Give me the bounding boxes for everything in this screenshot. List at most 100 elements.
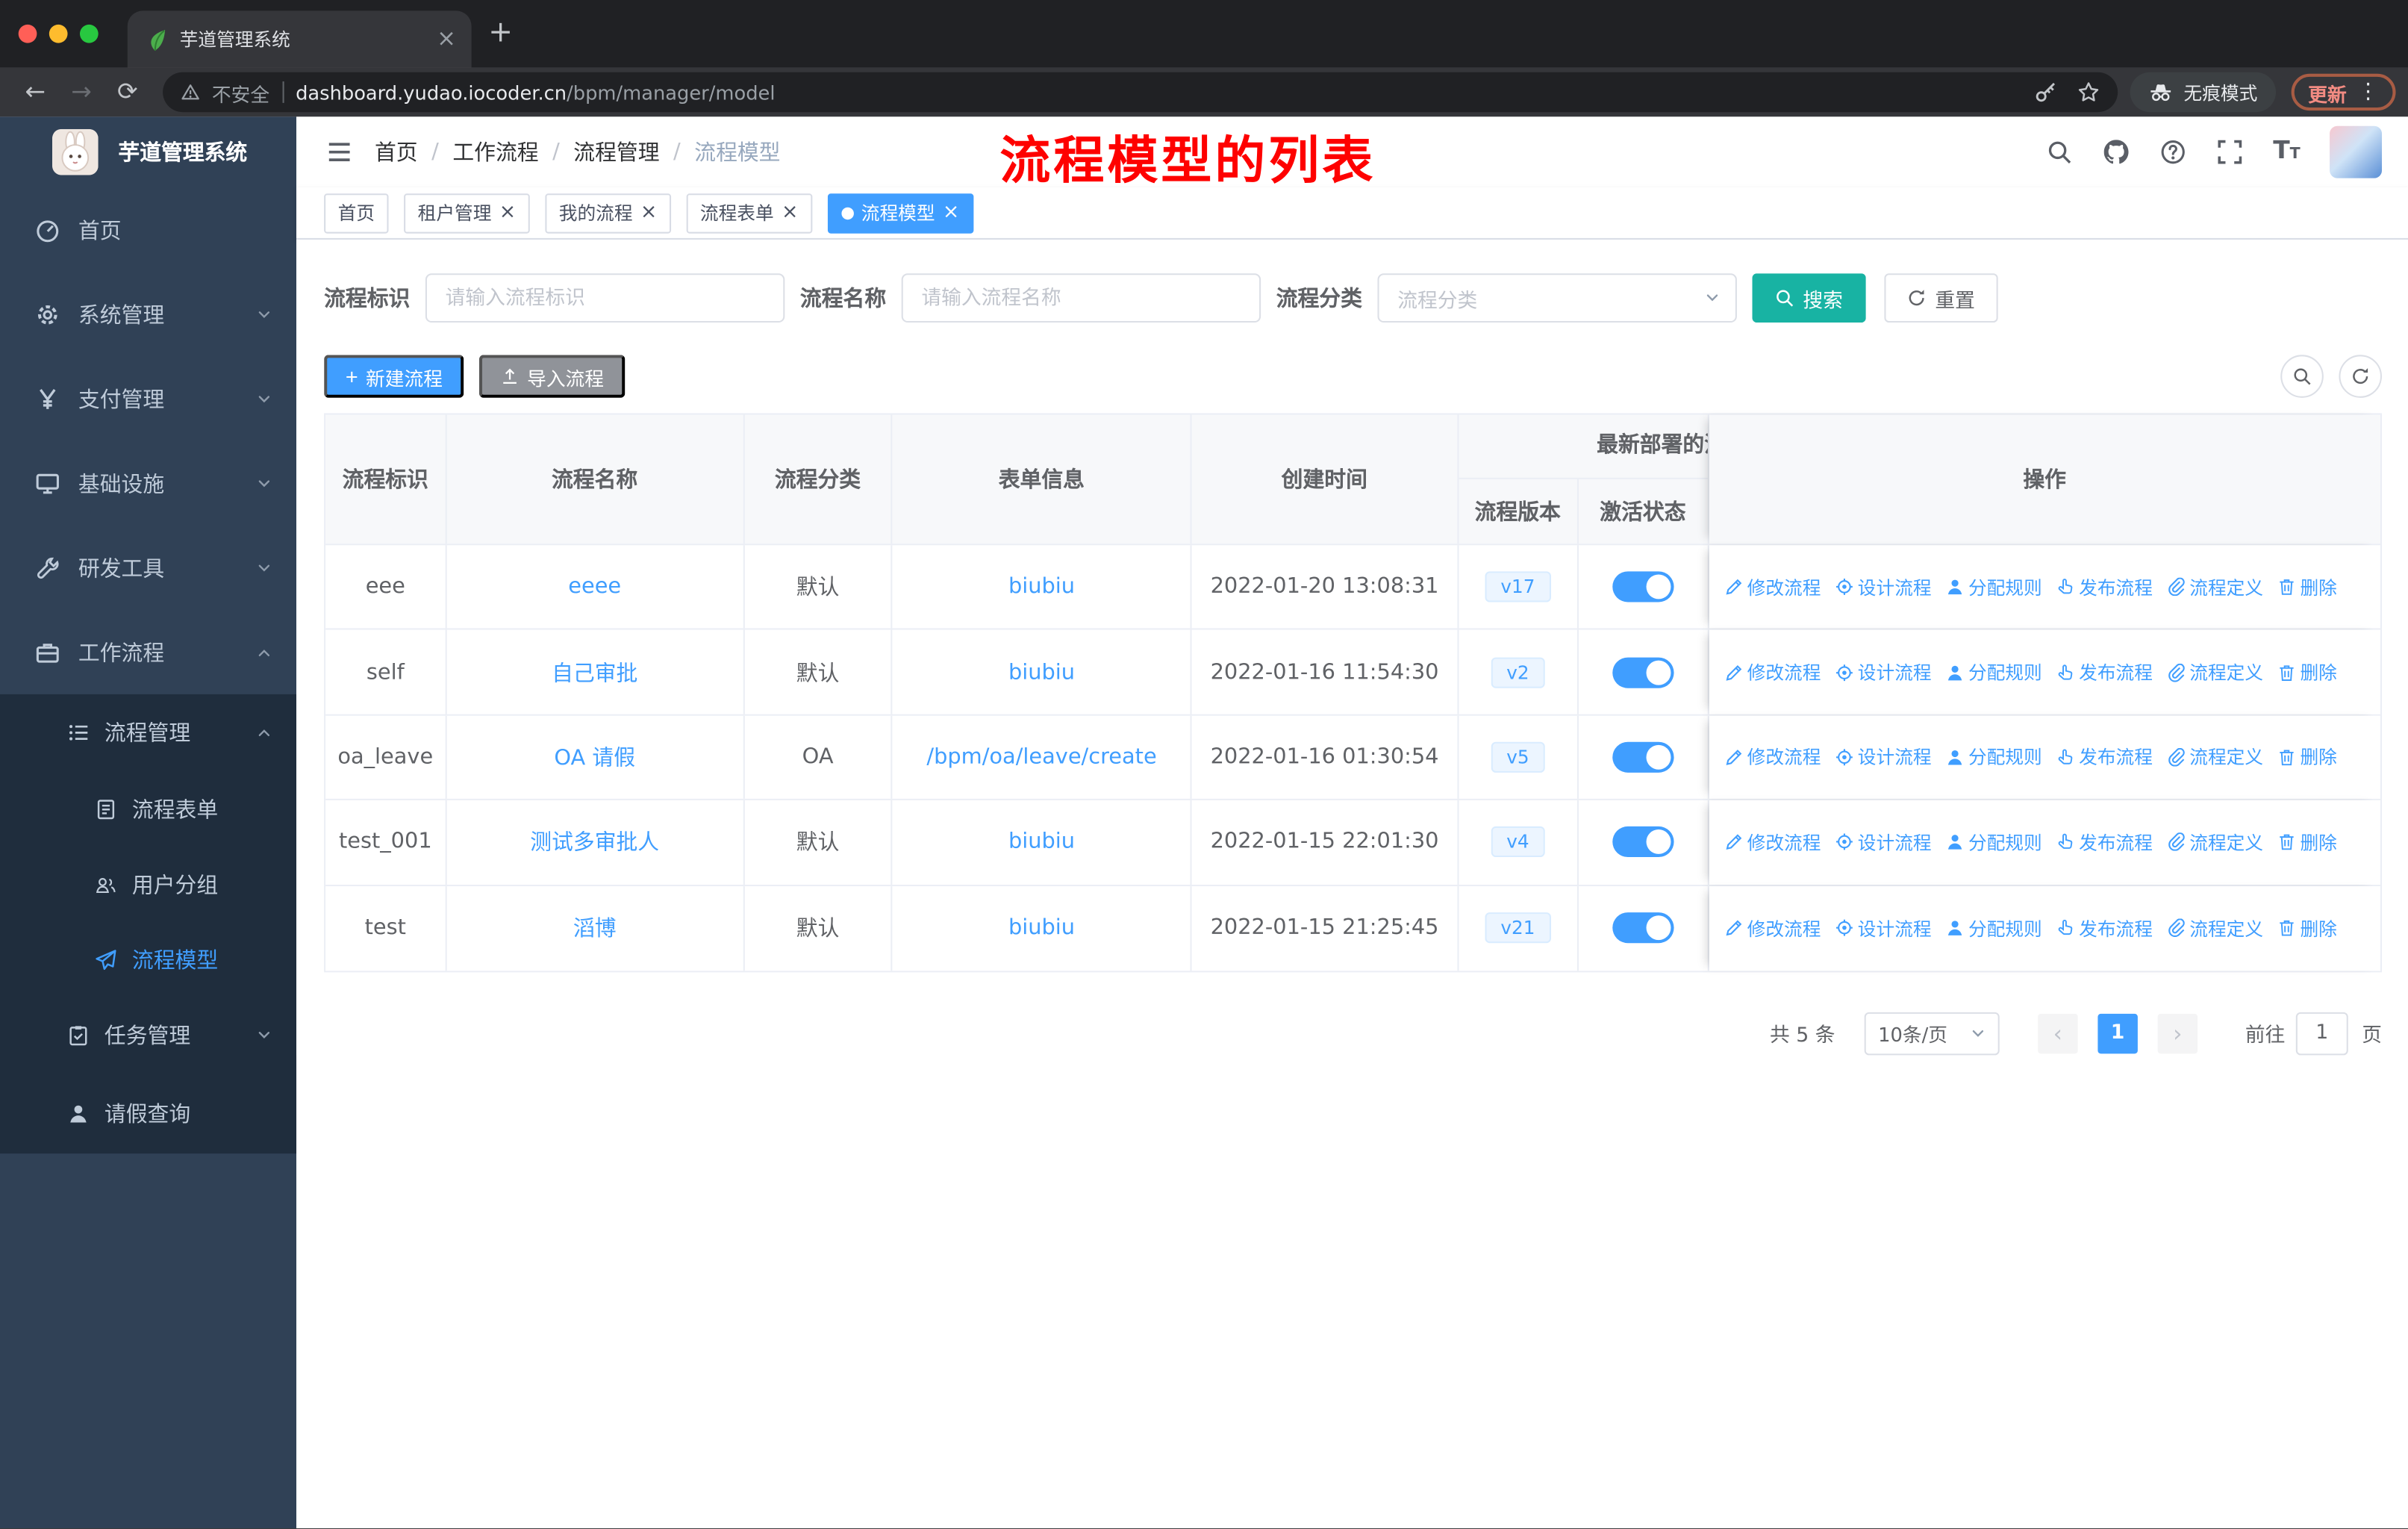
page-1-button[interactable]: 1	[2097, 1013, 2138, 1054]
row-action-edit[interactable]: 修改流程	[1724, 659, 1821, 685]
close-icon[interactable]: ×	[499, 203, 516, 223]
process-key-input[interactable]	[425, 273, 785, 323]
breadcrumb-home[interactable]: 首页	[375, 137, 418, 167]
row-action-design[interactable]: 设计流程	[1835, 574, 1932, 600]
reload-button[interactable]: ⟳	[105, 69, 151, 116]
row-action-delete[interactable]: 删除	[2277, 744, 2337, 770]
goto-page-input[interactable]	[2295, 1012, 2348, 1056]
row-action-edit[interactable]: 修改流程	[1724, 829, 1821, 856]
sidebar-item-leave-query[interactable]: 请假查询	[0, 1074, 296, 1153]
row-action-design[interactable]: 设计流程	[1835, 915, 1932, 941]
active-toggle[interactable]	[1612, 741, 1674, 773]
window-minimize-button[interactable]	[49, 24, 68, 43]
row-action-publish[interactable]: 发布流程	[2056, 659, 2153, 685]
row-action-design[interactable]: 设计流程	[1835, 659, 1932, 685]
prev-page-button[interactable]: ‹	[2038, 1013, 2078, 1054]
process-name-link[interactable]: eeee	[568, 575, 621, 600]
browser-tab[interactable]: 芋道管理系统 ×	[127, 10, 472, 68]
sidebar-item-task-management[interactable]: 任务管理	[0, 997, 296, 1074]
row-action-edit[interactable]: 修改流程	[1724, 574, 1821, 600]
sidebar-item-process-model[interactable]: 流程模型	[0, 921, 296, 997]
next-page-button[interactable]: ›	[2157, 1013, 2198, 1054]
row-action-delete[interactable]: 删除	[2277, 574, 2337, 600]
row-action-delete[interactable]: 删除	[2277, 915, 2337, 941]
close-icon[interactable]: ×	[782, 203, 798, 223]
row-action-design[interactable]: 设计流程	[1835, 744, 1932, 770]
form-link[interactable]: biubiu	[1008, 660, 1075, 685]
row-action-publish[interactable]: 发布流程	[2056, 574, 2153, 600]
create-process-button[interactable]: + 新建流程	[324, 355, 464, 398]
row-action-definition[interactable]: 流程定义	[2166, 829, 2263, 856]
user-avatar[interactable]	[2330, 125, 2383, 178]
row-action-publish[interactable]: 发布流程	[2056, 744, 2153, 770]
form-link[interactable]: /bpm/oa/leave/create	[926, 745, 1156, 770]
sidebar-item-devtools[interactable]: 研发工具	[0, 526, 296, 610]
row-action-edit[interactable]: 修改流程	[1724, 915, 1821, 941]
row-action-definition[interactable]: 流程定义	[2166, 915, 2263, 941]
window-close-button[interactable]	[18, 24, 37, 43]
bookmark-star-icon[interactable]	[2078, 81, 2100, 103]
row-action-definition[interactable]: 流程定义	[2166, 574, 2263, 600]
active-toggle[interactable]	[1612, 571, 1674, 602]
row-action-assign[interactable]: 分配规则	[1945, 915, 2042, 941]
close-icon[interactable]: ×	[943, 203, 959, 223]
row-action-assign[interactable]: 分配规则	[1945, 829, 2042, 856]
sidebar-item-user-group[interactable]: 用户分组	[0, 847, 296, 922]
active-toggle[interactable]	[1612, 912, 1674, 944]
form-link[interactable]: biubiu	[1008, 575, 1075, 600]
breadcrumb-workflow[interactable]: 工作流程	[452, 137, 538, 167]
tag-my-process[interactable]: 我的流程 ×	[545, 193, 671, 233]
row-action-edit[interactable]: 修改流程	[1724, 744, 1821, 770]
row-action-publish[interactable]: 发布流程	[2056, 915, 2153, 941]
sidebar-item-home[interactable]: 首页	[0, 187, 296, 272]
refresh-table-button[interactable]	[2339, 355, 2383, 398]
import-process-button[interactable]: 导入流程	[479, 355, 626, 398]
search-button[interactable]: 搜索	[1752, 273, 1866, 323]
form-link[interactable]: biubiu	[1008, 916, 1075, 941]
window-zoom-button[interactable]	[79, 24, 99, 43]
tag-process-form[interactable]: 流程表单 ×	[686, 193, 812, 233]
password-key-icon[interactable]	[2035, 81, 2056, 103]
sidebar-item-process-management[interactable]: 流程管理	[0, 694, 296, 771]
process-name-link[interactable]: OA 请假	[554, 742, 635, 773]
font-size-button[interactable]: TT	[2264, 128, 2310, 177]
tag-process-model[interactable]: 流程模型 ×	[827, 193, 973, 233]
tag-home[interactable]: 首页	[324, 193, 389, 233]
tab-close-icon[interactable]: ×	[437, 27, 456, 51]
back-button[interactable]: ←	[12, 69, 58, 116]
header-search-button[interactable]	[2036, 128, 2083, 177]
help-button[interactable]	[2150, 128, 2196, 177]
new-tab-button[interactable]: +	[488, 17, 513, 48]
row-action-design[interactable]: 设计流程	[1835, 829, 1932, 856]
github-button[interactable]	[2093, 128, 2139, 177]
sidebar-collapse-button[interactable]	[296, 138, 375, 166]
sidebar-item-process-form[interactable]: 流程表单	[0, 771, 296, 847]
row-action-delete[interactable]: 删除	[2277, 659, 2337, 685]
row-action-publish[interactable]: 发布流程	[2056, 829, 2153, 856]
row-action-definition[interactable]: 流程定义	[2166, 659, 2263, 685]
close-icon[interactable]: ×	[640, 203, 657, 223]
fullscreen-button[interactable]	[2206, 128, 2253, 177]
active-toggle[interactable]	[1612, 826, 1674, 858]
category-select[interactable]: 流程分类	[1377, 273, 1737, 323]
browser-update-button[interactable]: 更新 ⋮	[2291, 73, 2396, 111]
tag-tenant-management[interactable]: 租户管理 ×	[404, 193, 530, 233]
browser-menu-icon[interactable]: ⋮	[2357, 80, 2379, 105]
process-name-link[interactable]: 自己审批	[552, 657, 637, 688]
row-action-assign[interactable]: 分配规则	[1945, 659, 2042, 685]
forward-button[interactable]: →	[58, 69, 105, 116]
sidebar-item-system[interactable]: 系统管理	[0, 272, 296, 356]
form-link[interactable]: biubiu	[1008, 830, 1075, 855]
page-size-select[interactable]: 10条/页	[1864, 1012, 2000, 1056]
row-action-assign[interactable]: 分配规则	[1945, 744, 2042, 770]
sidebar-item-infrastructure[interactable]: 基础设施	[0, 440, 296, 525]
process-name-input[interactable]	[901, 273, 1261, 323]
reset-button[interactable]: 重置	[1884, 273, 1998, 323]
active-toggle[interactable]	[1612, 656, 1674, 688]
process-name-link[interactable]: 滔博	[573, 913, 617, 944]
row-action-assign[interactable]: 分配规则	[1945, 574, 2042, 600]
breadcrumb-process-management[interactable]: 流程管理	[573, 137, 659, 167]
sidebar-item-workflow[interactable]: 工作流程	[0, 610, 296, 694]
row-action-definition[interactable]: 流程定义	[2166, 744, 2263, 770]
toggle-search-button[interactable]	[2280, 355, 2324, 398]
